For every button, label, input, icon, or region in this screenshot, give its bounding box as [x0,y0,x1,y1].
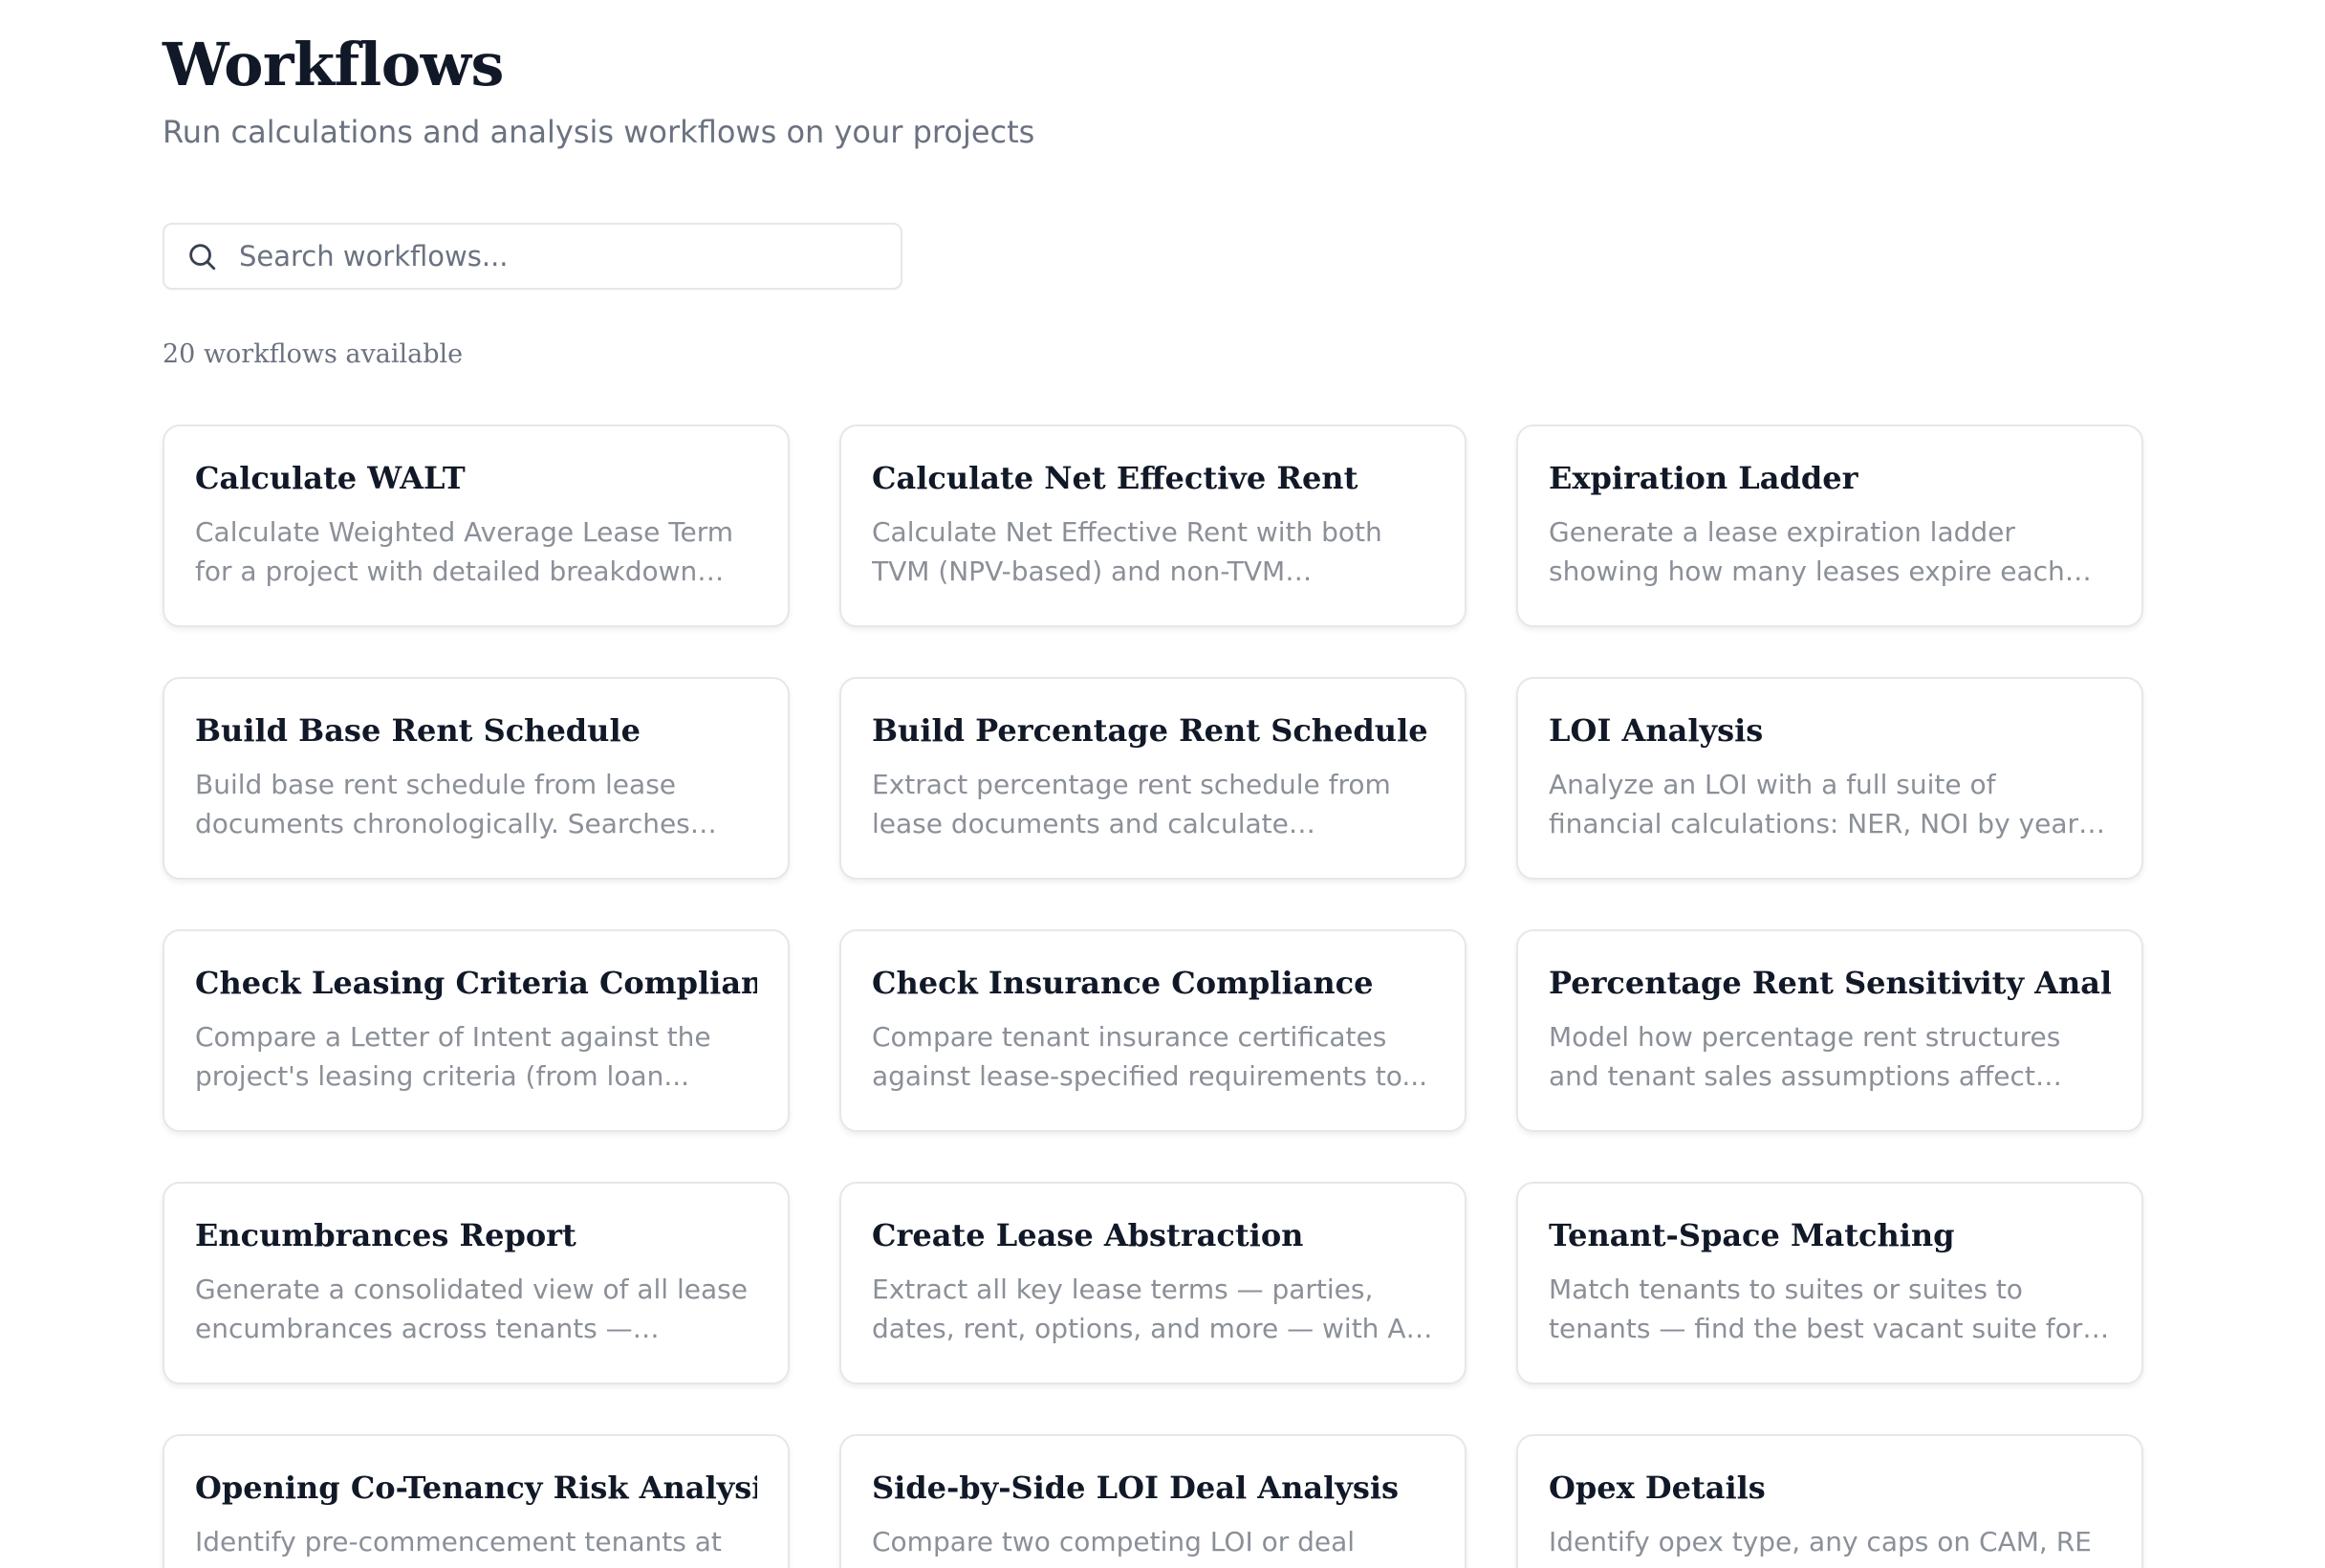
workflow-card[interactable]: Calculate Net Effective Rent Calculate N… [839,425,1467,627]
workflow-card-title: Tenant-Space Matching [1549,1217,1955,1253]
workflow-card-description: Generate a lease expiration ladder showi… [1549,516,2065,587]
workflow-card[interactable]: Opening Co-Tenancy Risk Analysis Identif… [163,1434,790,1568]
workflow-card-description: Calculate Net Effective Rent with both T… [872,516,1382,587]
workflow-card[interactable]: Build Base Rent Schedule Build base rent… [163,677,790,880]
workflow-card-title: Side-by-Side LOI Deal Analysis [872,1470,1400,1506]
workflow-card-title: Build Base Rent Schedule [195,712,641,749]
workflow-card-description: Identify pre-commencement tenants at ris… [195,1526,728,1568]
workflow-card[interactable]: Opex Details Identify opex type, any cap… [1516,1434,2143,1568]
search-box[interactable] [163,223,902,290]
search-input[interactable] [239,240,870,272]
workflow-card-description: Model how percentage rent structures and… [1549,1021,2061,1092]
workflow-card-title: Encumbrances Report [195,1217,576,1253]
workflow-card-title: Build Percentage Rent Schedule [872,712,1428,749]
page-header: Workflows Run calculations and analysis … [163,29,1034,151]
workflow-card[interactable]: Calculate WALT Calculate Weighted Averag… [163,425,790,627]
workflow-card[interactable]: Check Leasing Criteria Compliance Compar… [163,929,790,1132]
workflow-card-description: Analyze an LOI with a full suite of fina… [1549,769,2087,839]
page-subtitle: Run calculations and analysis workflows … [163,114,1035,150]
workflow-grid: Calculate WALT Calculate Weighted Averag… [163,425,2143,1568]
workflows-page: Workflows Run calculations and analysis … [0,0,2325,1568]
workflow-card-title: LOI Analysis [1549,712,1764,749]
workflow-card-title: Calculate WALT [195,460,466,496]
workflow-card-title: Expiration Ladder [1549,460,1858,496]
workflow-card-title: Opening Co-Tenancy Risk Analysis [195,1470,757,1506]
workflow-card[interactable]: Encumbrances Report Generate a consolida… [163,1182,790,1384]
workflow-card-description: Compare two competing LOI or deal scenar… [872,1526,1404,1568]
search-icon [189,244,216,271]
workflow-card-description: Build base rent schedule from lease docu… [195,769,690,839]
workflow-card[interactable]: Percentage Rent Sensitivity Analysis Mod… [1516,929,2143,1132]
workflow-card-description: Match tenants to suites or suites to ten… [1549,1274,2108,1344]
workflow-count: 20 workflows available [163,339,464,369]
workflow-card[interactable]: Tenant-Space Matching Match tenants to s… [1516,1182,2143,1384]
workflow-card-description: Identify opex type, any caps on CAM, RE … [1549,1526,2092,1568]
workflow-card-description: Compare tenant insurance certificates ag… [872,1021,1428,1092]
workflow-card-title: Opex Details [1549,1470,1766,1506]
workflow-card-description: Extract percentage rent schedule from le… [872,769,1391,839]
workflow-card[interactable]: LOI Analysis Analyze an LOI with a full … [1516,677,2143,880]
workflow-card-title: Percentage Rent Sensitivity Analysis [1549,965,2111,1001]
workflow-card-description: Extract all key lease terms — parties, d… [872,1274,1423,1344]
workflow-card-title: Check Insurance Compliance [872,965,1374,1001]
workflow-card[interactable]: Build Percentage Rent Schedule Extract p… [839,677,1467,880]
workflow-card-title: Calculate Net Effective Rent [872,460,1358,496]
workflow-card-title: Create Lease Abstraction [872,1217,1304,1253]
workflow-card[interactable]: Expiration Ladder Generate a lease expir… [1516,425,2143,627]
workflow-card-description: Generate a consolidated view of all leas… [195,1274,748,1344]
workflow-card-description: Calculate Weighted Average Lease Term fo… [195,516,734,587]
workflow-card[interactable]: Create Lease Abstraction Extract all key… [839,1182,1467,1384]
workflow-card[interactable]: Side-by-Side LOI Deal Analysis Compare t… [839,1434,1467,1568]
workflow-card-description: Compare a Letter of Intent against the p… [195,1021,711,1092]
workflow-card[interactable]: Check Insurance Compliance Compare tenan… [839,929,1467,1132]
workflow-card-title: Check Leasing Criteria Compliance [195,965,757,1001]
page-title: Workflows [163,30,504,99]
